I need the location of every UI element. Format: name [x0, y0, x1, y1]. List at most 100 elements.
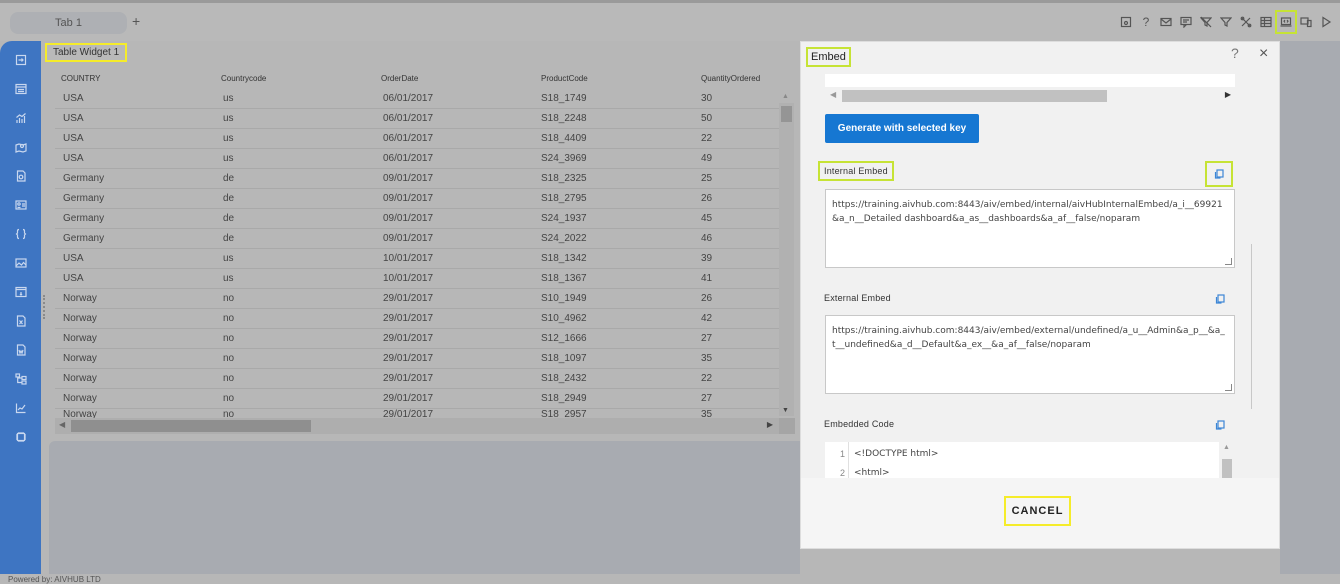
scroll-up-arrow-icon[interactable]: ▲ — [1223, 444, 1230, 451]
table-cell: S10_1949 — [541, 293, 587, 304]
key-horizontal-scrollbar[interactable]: ◀ ▶ — [825, 87, 1235, 103]
internal-embed-textarea[interactable]: https://training.aivhub.com:8443/aiv/emb… — [825, 189, 1235, 268]
ai-chip-icon[interactable] — [0, 422, 41, 451]
table-vertical-scrollbar[interactable]: ▲ ▼ — [779, 93, 794, 416]
hierarchy-icon[interactable] — [0, 364, 41, 393]
table-cell: no — [223, 353, 235, 364]
scrollbar-thumb[interactable] — [842, 90, 1107, 102]
table-cell: 27 — [701, 333, 713, 344]
help-icon[interactable]: ? — [1231, 45, 1239, 61]
mail-icon[interactable] — [1158, 13, 1174, 31]
dialog-scrollbar[interactable] — [1251, 244, 1252, 409]
comment-icon[interactable] — [1178, 13, 1194, 31]
save-icon[interactable] — [1118, 13, 1134, 31]
scrollbar-thumb[interactable] — [1222, 459, 1232, 478]
copy-external-icon[interactable] — [1213, 292, 1227, 306]
table-row[interactable]: Norway no 29/01/2017 S12_1666 27 — [55, 329, 780, 349]
generate-with-key-button[interactable]: Generate with selected key — [825, 114, 979, 143]
clear-filter-icon[interactable] — [1198, 13, 1214, 31]
widget-list-icon[interactable] — [0, 74, 41, 103]
table-cell: 35 — [701, 353, 713, 364]
table-cell: 09/01/2017 — [383, 193, 434, 204]
resize-grip-icon[interactable] — [1225, 258, 1232, 265]
devices-icon[interactable] — [1298, 13, 1314, 31]
table-cell: S18_4409 — [541, 133, 587, 144]
table-row[interactable]: USA us 06/01/2017 S24_3969 49 — [55, 149, 780, 169]
embed-icon[interactable] — [1275, 10, 1297, 34]
word-icon[interactable] — [0, 335, 41, 364]
image-icon[interactable] — [0, 248, 41, 277]
table-cell: S18_2325 — [541, 173, 587, 184]
column-header[interactable]: ProductCode — [535, 74, 695, 83]
help-icon[interactable]: ? — [1138, 13, 1154, 31]
excel-icon[interactable] — [0, 306, 41, 335]
column-header[interactable]: QuantityOrdered — [695, 74, 780, 83]
scroll-right-arrow-icon[interactable]: ▶ — [1225, 90, 1231, 99]
code-braces-icon[interactable] — [0, 219, 41, 248]
frame-icon[interactable] — [0, 277, 41, 306]
table-icon[interactable] — [1258, 13, 1274, 31]
powered-by-footer: Powered by: AIVHUB LTD — [8, 575, 101, 584]
table-row[interactable]: USA us 06/01/2017 S18_4409 22 — [55, 129, 780, 149]
scrollbar-thumb[interactable] — [781, 106, 792, 122]
table-cell: Norway — [63, 353, 97, 364]
table-cell: 09/01/2017 — [383, 213, 434, 224]
scroll-right-arrow-icon[interactable]: ▶ — [767, 420, 773, 429]
key-selector[interactable] — [825, 74, 1235, 87]
table-row[interactable]: USA us 06/01/2017 S18_2248 50 — [55, 109, 780, 129]
kpi-chart-icon[interactable] — [0, 393, 41, 422]
play-icon[interactable] — [1318, 13, 1334, 31]
tools-icon[interactable] — [1238, 13, 1254, 31]
chart-icon[interactable] — [0, 103, 41, 132]
table-row[interactable]: Norway no 29/01/2017 S10_1949 26 — [55, 289, 780, 309]
table-row[interactable]: USA us 10/01/2017 S18_1342 39 — [55, 249, 780, 269]
table-row[interactable]: Norway no 29/01/2017 S10_4962 42 — [55, 309, 780, 329]
table-cell: Norway — [63, 373, 97, 384]
table-row[interactable]: Germany de 09/01/2017 S24_2022 46 — [55, 229, 780, 249]
column-header[interactable]: OrderDate — [375, 74, 535, 83]
login-icon[interactable] — [0, 45, 41, 74]
table-cell: USA — [63, 153, 84, 164]
filter-icon[interactable] — [1218, 13, 1234, 31]
scroll-down-arrow-icon[interactable]: ▼ — [782, 407, 789, 414]
cancel-button[interactable]: CANCEL — [1004, 496, 1071, 526]
map-icon[interactable] — [0, 132, 41, 161]
close-icon[interactable]: × — [1259, 45, 1268, 63]
report-icon[interactable] — [0, 161, 41, 190]
scroll-up-arrow-icon[interactable]: ▲ — [782, 93, 789, 100]
toolbar: ? — [1118, 10, 1334, 34]
code-vertical-scrollbar[interactable]: ▲ — [1219, 442, 1235, 478]
table-cell: S18_2248 — [541, 113, 587, 124]
table-row[interactable]: Norway no 29/01/2017 S18_1097 35 — [55, 349, 780, 369]
copy-internal-icon[interactable] — [1205, 161, 1233, 187]
table-row[interactable]: Norway no 29/01/2017 S18_2432 22 — [55, 369, 780, 389]
copy-code-icon[interactable] — [1213, 418, 1227, 432]
resize-handle[interactable] — [43, 295, 47, 319]
table-cell: USA — [63, 253, 84, 264]
column-header[interactable]: COUNTRY — [55, 74, 215, 83]
table-cell: 29/01/2017 — [383, 373, 434, 384]
table-header: COUNTRY Countrycode OrderDate ProductCod… — [55, 67, 795, 89]
table-row[interactable]: USA us 06/01/2017 S18_1749 30 — [55, 89, 780, 109]
table-horizontal-scrollbar[interactable]: ◀ ▶ — [55, 418, 795, 434]
external-embed-textarea[interactable]: https://training.aivhub.com:8443/aiv/emb… — [825, 315, 1235, 394]
table-cell: 09/01/2017 — [383, 173, 434, 184]
table-row[interactable]: Germany de 09/01/2017 S18_2325 25 — [55, 169, 780, 189]
tab-1[interactable]: Tab 1 — [10, 12, 127, 34]
scroll-left-arrow-icon[interactable]: ◀ — [59, 420, 65, 429]
scroll-left-arrow-icon[interactable]: ◀ — [830, 90, 836, 99]
add-tab-button[interactable]: + — [132, 13, 140, 29]
resize-grip-icon[interactable] — [1225, 384, 1232, 391]
table-row[interactable]: USA us 10/01/2017 S18_1367 41 — [55, 269, 780, 289]
embedded-code-editor[interactable]: 1 <!DOCTYPE html> 2 <html> ▲ — [825, 442, 1235, 478]
card-icon[interactable] — [0, 190, 41, 219]
column-header[interactable]: Countrycode — [215, 74, 375, 83]
table-row[interactable]: Germany de 09/01/2017 S24_1937 45 — [55, 209, 780, 229]
external-embed-label: External Embed — [824, 293, 891, 303]
tab-bar: Tab 1 + ? — [0, 3, 1340, 41]
table-row[interactable]: Norway no 29/01/2017 S18_2949 27 — [55, 389, 780, 409]
sidebar — [0, 41, 41, 574]
internal-embed-label: Internal Embed — [818, 161, 894, 181]
table-row[interactable]: Germany de 09/01/2017 S18_2795 26 — [55, 189, 780, 209]
scrollbar-thumb[interactable] — [71, 420, 311, 432]
